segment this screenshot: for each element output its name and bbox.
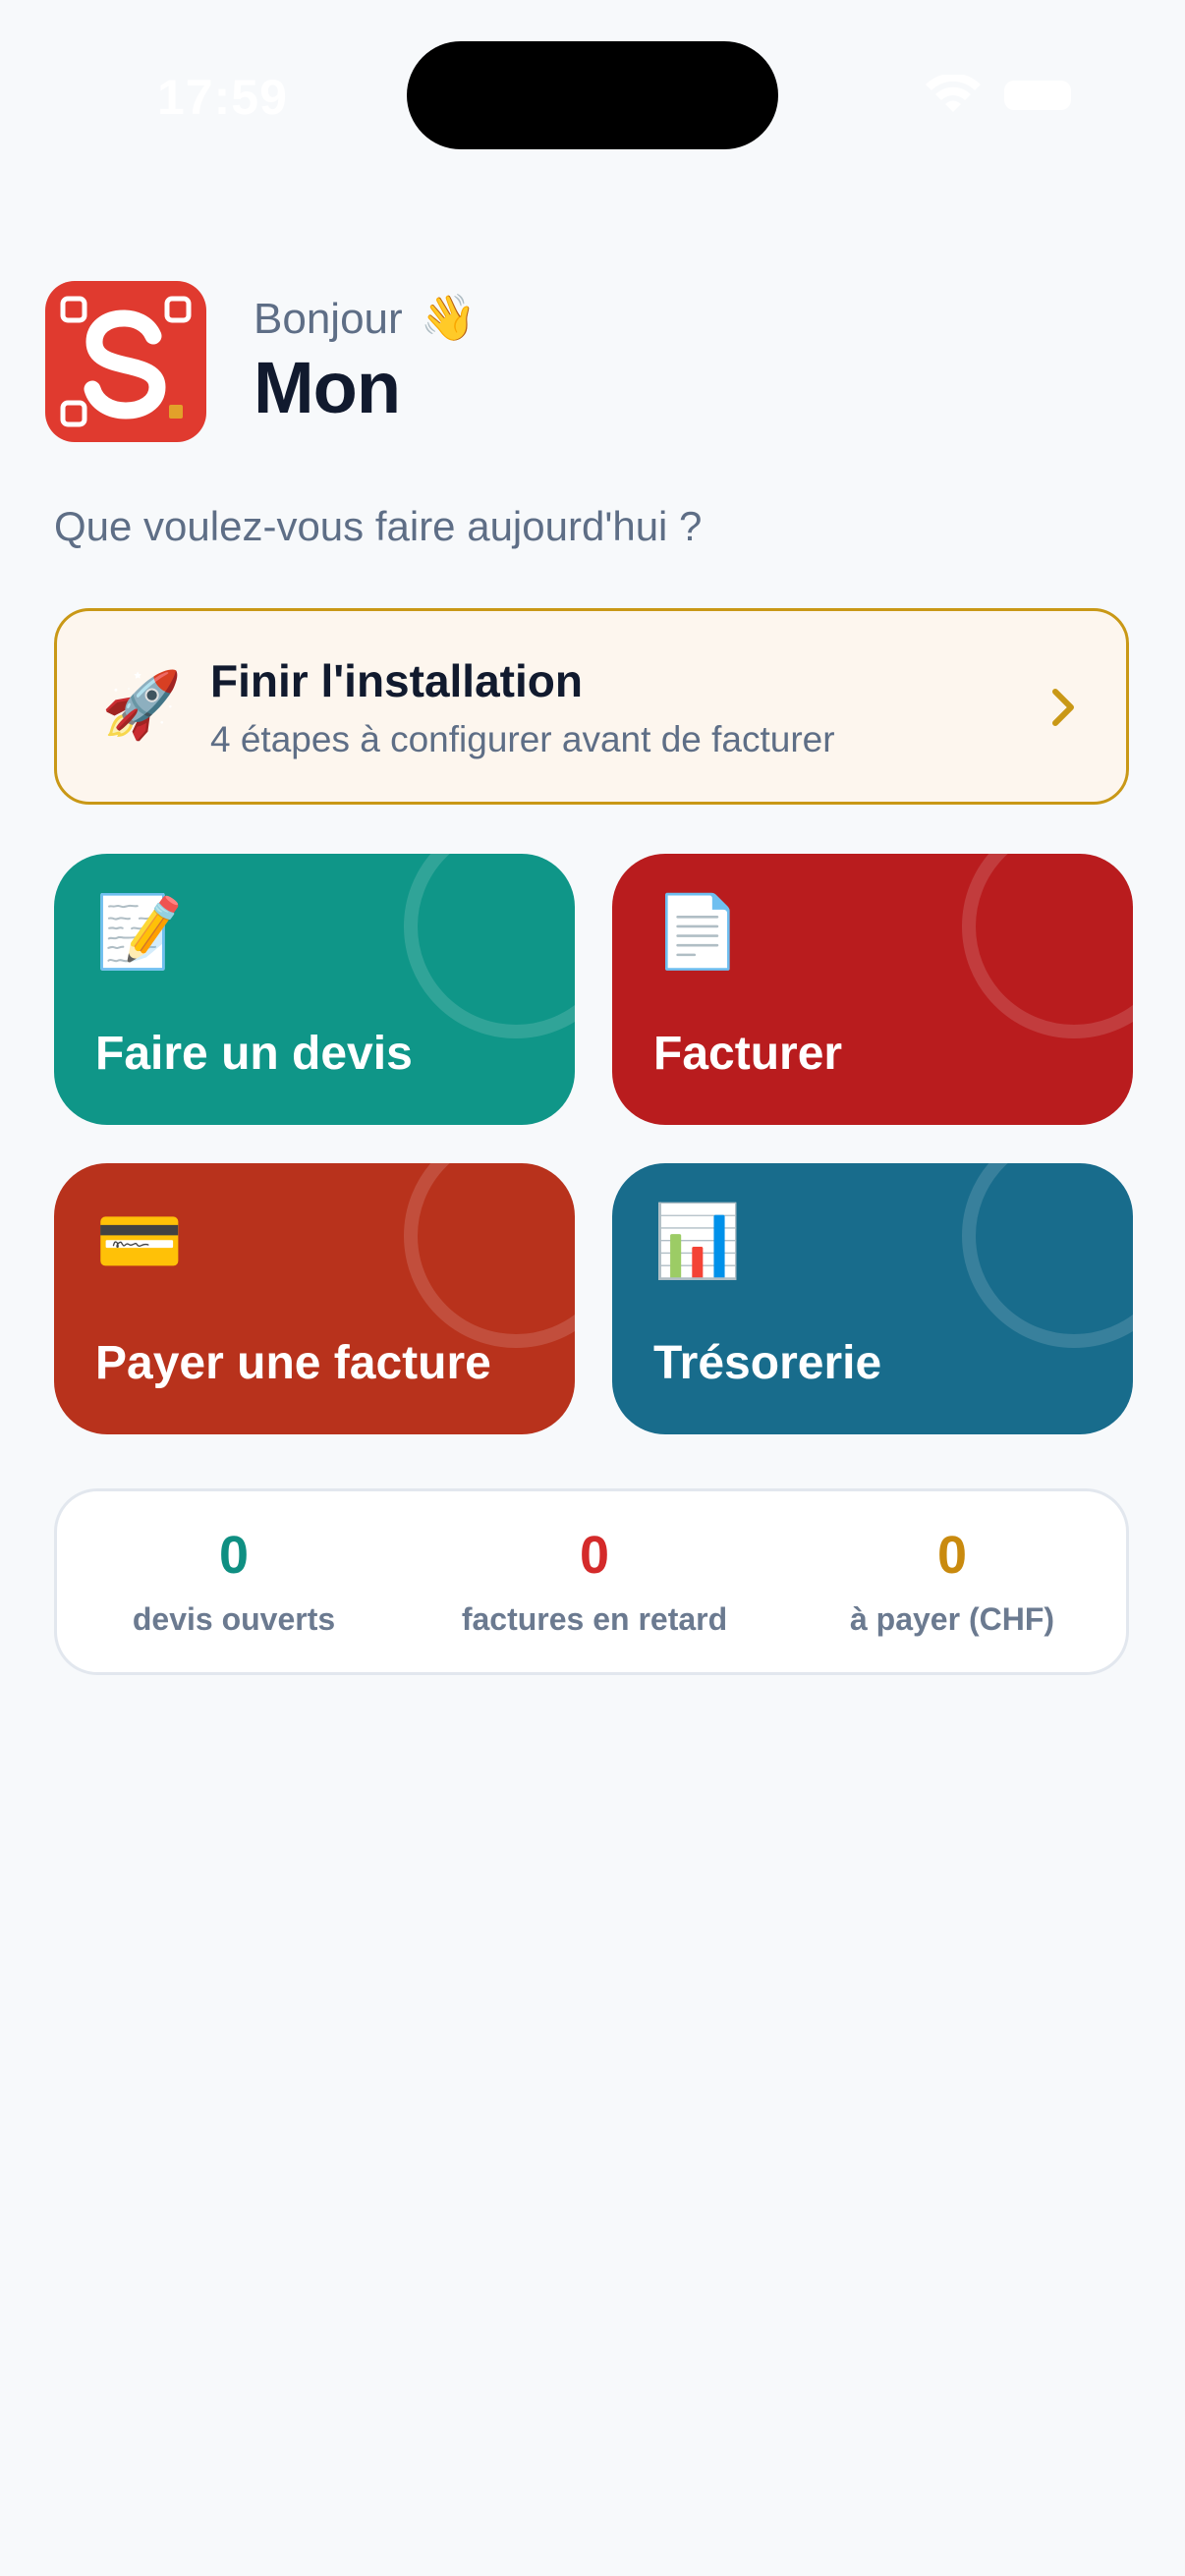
- stat-open-quotes: 0 devis ouverts: [57, 1529, 411, 1638]
- page-subtitle: Que voulez-vous faire aujourd'hui ?: [54, 503, 703, 549]
- overdue-invoices-count: 0: [579, 1526, 610, 1585]
- amount-to-pay-label: à payer (CHF): [849, 1601, 1055, 1637]
- decorative-ring: [404, 1163, 575, 1348]
- battery-icon: [1004, 81, 1071, 110]
- user-name: Mon: [254, 347, 401, 428]
- stat-amount-to-pay: 0 à payer (CHF): [775, 1529, 1129, 1638]
- pay-invoice-label: Payer une facture: [95, 1337, 491, 1389]
- amount-to-pay-value: 0: [936, 1526, 968, 1585]
- decorative-ring: [404, 854, 575, 1038]
- open-quotes-count: 0: [218, 1526, 250, 1585]
- treasury-button[interactable]: 📊 Trésorerie: [612, 1163, 1133, 1434]
- greeting-text: Bonjour: [254, 295, 403, 343]
- pay-invoice-button[interactable]: 💳 Payer une facture: [54, 1163, 575, 1434]
- create-quote-label: Faire un devis: [95, 1028, 413, 1080]
- setup-description: 4 étapes à configurer avant de facturer: [210, 719, 835, 759]
- waving-hand-icon: 👋: [420, 292, 478, 343]
- decorative-ring: [962, 854, 1133, 1038]
- setup-title: Finir l'installation: [210, 655, 583, 706]
- greeting: Bonjour 👋: [254, 291, 477, 345]
- chevron-right-icon: [1052, 689, 1074, 726]
- decorative-ring: [962, 1163, 1133, 1348]
- treasury-label: Trésorerie: [653, 1337, 882, 1389]
- rocket-icon: 🚀: [101, 668, 183, 741]
- memo-icon: 📝: [95, 893, 184, 972]
- stats-summary-card: 0 devis ouverts 0 factures en retard 0 à…: [54, 1488, 1129, 1675]
- app-logo: [45, 281, 206, 442]
- dynamic-island: [407, 41, 778, 149]
- finish-setup-card[interactable]: 🚀 Finir l'installation 4 étapes à config…: [54, 608, 1129, 805]
- home-screen: 17:59 Bonjour 👋 Mon Que voulez-vous fair…: [0, 0, 1185, 2576]
- document-icon: 📄: [653, 893, 742, 972]
- overdue-invoices-label: factures en retard: [461, 1601, 728, 1637]
- bar-chart-icon: 📊: [653, 1203, 742, 1281]
- credit-card-icon: 💳: [95, 1203, 184, 1281]
- open-quotes-label: devis ouverts: [132, 1601, 336, 1637]
- create-quote-button[interactable]: 📝 Faire un devis: [54, 854, 575, 1125]
- invoice-button[interactable]: 📄 Facturer: [612, 854, 1133, 1125]
- invoice-label: Facturer: [653, 1028, 843, 1080]
- wifi-icon: [926, 75, 981, 112]
- status-time: 17:59: [157, 70, 288, 125]
- stat-overdue-invoices: 0 factures en retard: [418, 1529, 771, 1638]
